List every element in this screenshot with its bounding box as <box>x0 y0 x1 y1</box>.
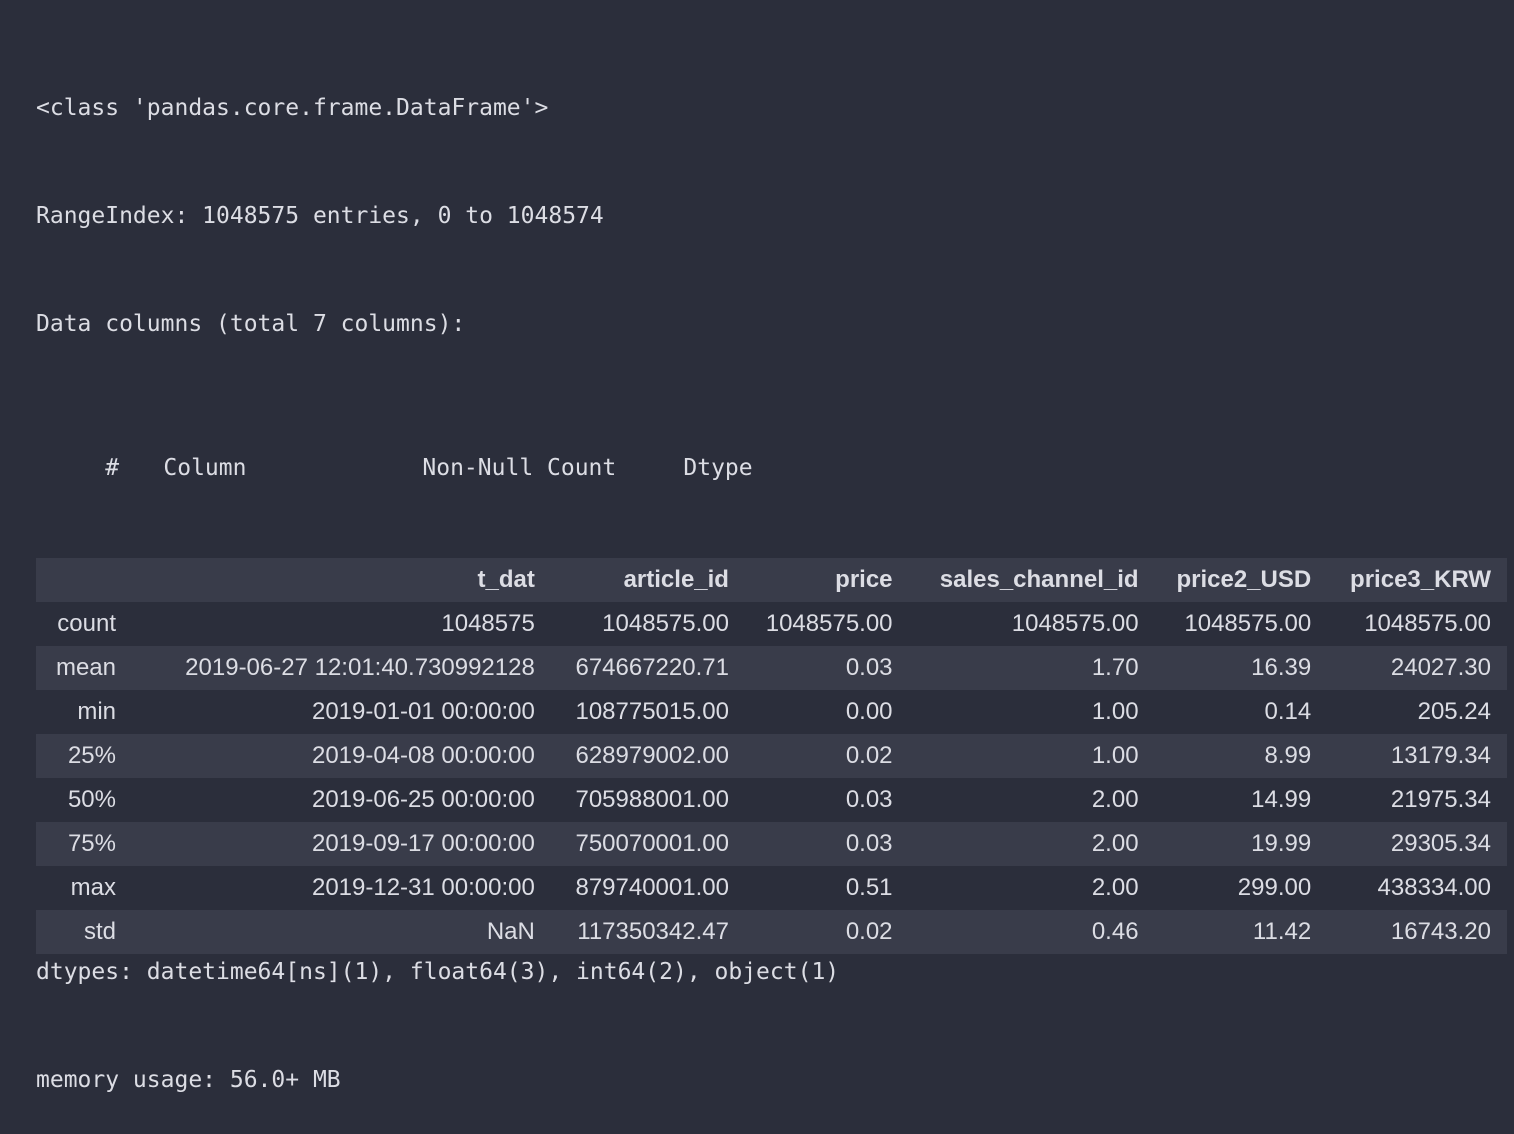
table-cell: 1048575.00 <box>550 602 745 646</box>
table-cell: 1.70 <box>908 646 1155 690</box>
table-cell: 2019-12-31 00:00:00 <box>132 866 551 910</box>
table-cell: 8.99 <box>1154 734 1328 778</box>
row-label: max <box>36 866 132 910</box>
row-label: std <box>36 910 132 954</box>
table-cell: 705988001.00 <box>550 778 745 822</box>
table-cell: 0.14 <box>1154 690 1328 734</box>
table-cell: 1.00 <box>908 690 1155 734</box>
info-header-count: Non-Null Count <box>422 455 617 481</box>
table-cell: 11.42 <box>1154 910 1328 954</box>
table-cell: NaN <box>132 910 551 954</box>
range-index-line: RangeIndex: 1048575 entries, 0 to 104857… <box>36 203 604 229</box>
row-label: 25% <box>36 734 132 778</box>
info-header-idx: # <box>91 455 120 481</box>
header-t-dat: t_dat <box>132 558 551 602</box>
class-line: <class 'pandas.core.frame.DataFrame'> <box>36 95 549 121</box>
describe-row: 25% 2019-04-08 00:00:00 628979002.00 0.02 1.… <box>36 734 1507 778</box>
info-header-column: Column <box>163 455 247 481</box>
table-cell: 0.00 <box>744 690 909 734</box>
table-cell: 0.02 <box>744 910 909 954</box>
describe-row: 50% 2019-06-25 00:00:00 705988001.00 0.03 2.… <box>36 778 1507 822</box>
describe-header-row: t_dat article_id price sales_channel_id … <box>36 558 1507 602</box>
table-cell: 205.24 <box>1327 690 1507 734</box>
table-cell: 0.02 <box>744 734 909 778</box>
table-cell: 879740001.00 <box>550 866 745 910</box>
describe-row: min 2019-01-01 00:00:00 108775015.00 0.00 1.… <box>36 690 1507 734</box>
row-label: 75% <box>36 822 132 866</box>
table-cell: 14.99 <box>1154 778 1328 822</box>
table-cell: 0.46 <box>908 910 1155 954</box>
header-price2-usd: price2_USD <box>1154 558 1328 602</box>
table-cell: 1048575.00 <box>1154 602 1328 646</box>
table-cell: 117350342.47 <box>550 910 745 954</box>
header-price3-krw: price3_KRW <box>1327 558 1507 602</box>
table-cell: 1048575 <box>132 602 551 646</box>
table-cell: 2019-06-27 12:01:40.730992128 <box>132 646 551 690</box>
info-header-row: # Column Non-Null Count Dtype <box>36 414 839 481</box>
table-cell: 1048575.00 <box>1327 602 1507 646</box>
table-cell: 2.00 <box>908 778 1155 822</box>
header-article-id: article_id <box>550 558 745 602</box>
row-label: min <box>36 690 132 734</box>
table-cell: 13179.34 <box>1327 734 1507 778</box>
memory-usage-line: memory usage: 56.0+ MB <box>36 1067 341 1093</box>
info-header-dtype: Dtype <box>683 455 753 481</box>
table-cell: 19.99 <box>1154 822 1328 866</box>
table-cell: 16.39 <box>1154 646 1328 690</box>
info-separator-row: ---------------------------- <box>36 522 839 589</box>
table-cell: 0.03 <box>744 778 909 822</box>
table-cell: 299.00 <box>1154 866 1328 910</box>
table-cell: 1.00 <box>908 734 1155 778</box>
table-cell: 2.00 <box>908 866 1155 910</box>
table-cell: 2019-06-25 00:00:00 <box>132 778 551 822</box>
table-cell: 2019-04-08 00:00:00 <box>132 734 551 778</box>
header-price: price <box>744 558 909 602</box>
table-cell: 628979002.00 <box>550 734 745 778</box>
table-cell: 0.03 <box>744 822 909 866</box>
describe-row: mean 2019-06-27 12:01:40.730992128 6746672… <box>36 646 1507 690</box>
describe-row: std NaN 117350342.47 0.02 0.46 11.42 16743.20 <box>36 910 1507 954</box>
data-columns-line: Data columns (total 7 columns): <box>36 311 466 337</box>
table-cell: 1048575.00 <box>744 602 909 646</box>
table-cell: 674667220.71 <box>550 646 745 690</box>
dtypes-line: dtypes: datetime64[ns](1), float64(3), i… <box>36 959 840 985</box>
table-cell: 0.51 <box>744 866 909 910</box>
describe-row: count 1048575 1048575.00 1048575.00 1048575.… <box>36 602 1507 646</box>
describe-row: max 2019-12-31 00:00:00 879740001.00 0.51 2.… <box>36 866 1507 910</box>
table-cell: 438334.00 <box>1327 866 1507 910</box>
table-cell: 1048575.00 <box>908 602 1155 646</box>
table-cell: 750070001.00 <box>550 822 745 866</box>
row-label: 50% <box>36 778 132 822</box>
table-cell: 108775015.00 <box>550 690 745 734</box>
table-cell: 24027.30 <box>1327 646 1507 690</box>
describe-table: t_dat article_id price sales_channel_id … <box>36 558 1507 954</box>
describe-row: 75% 2019-09-17 00:00:00 750070001.00 0.03 2.… <box>36 822 1507 866</box>
table-cell: 0.03 <box>744 646 909 690</box>
table-cell: 16743.20 <box>1327 910 1507 954</box>
table-cell: 21975.34 <box>1327 778 1507 822</box>
table-cell: 2.00 <box>908 822 1155 866</box>
row-label: mean <box>36 646 132 690</box>
table-cell: 2019-09-17 00:00:00 <box>132 822 551 866</box>
table-cell: 29305.34 <box>1327 822 1507 866</box>
row-label: count <box>36 602 132 646</box>
corner-cell <box>36 558 132 602</box>
table-cell: 2019-01-01 00:00:00 <box>132 690 551 734</box>
describe-body: count 1048575 1048575.00 1048575.00 1048575.… <box>36 602 1507 954</box>
header-sales-channel-id: sales_channel_id <box>908 558 1155 602</box>
